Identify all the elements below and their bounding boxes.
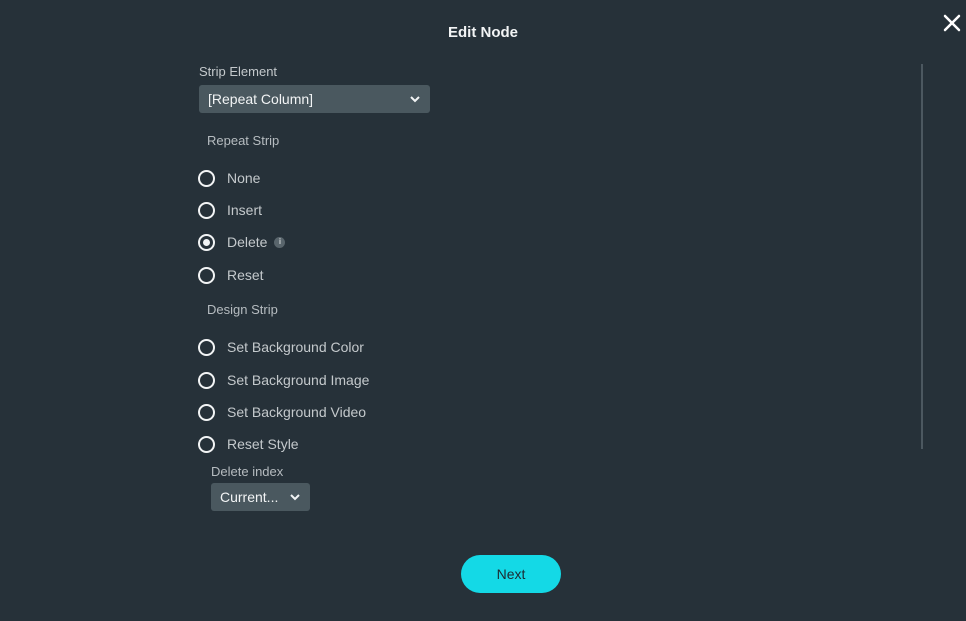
radio-label: Reset Style bbox=[227, 436, 299, 452]
dialog-title: Edit Node bbox=[448, 24, 518, 41]
radio-button[interactable] bbox=[198, 338, 215, 356]
next-button[interactable]: Next bbox=[461, 555, 561, 593]
radio-button[interactable] bbox=[198, 169, 215, 187]
radio-reset-style[interactable]: Reset Style bbox=[198, 434, 299, 454]
radio-set-background-color[interactable]: Set Background Color bbox=[198, 337, 364, 357]
strip-element-label: Strip Element bbox=[199, 64, 278, 79]
chevron-down-icon bbox=[410, 96, 420, 103]
radio-delete[interactable]: Delete i bbox=[198, 232, 286, 252]
info-icon[interactable]: i bbox=[274, 236, 286, 248]
radio-set-background-image[interactable]: Set Background Image bbox=[198, 370, 369, 390]
delete-index-label: Delete index bbox=[211, 464, 284, 479]
strip-element-value: [Repeat Column] bbox=[208, 91, 314, 107]
radio-label: Delete bbox=[227, 234, 268, 250]
radio-label: Set Background Video bbox=[227, 404, 367, 420]
radio-button[interactable] bbox=[198, 371, 215, 389]
radio-insert[interactable]: Insert bbox=[198, 200, 262, 220]
radio-button[interactable] bbox=[198, 266, 215, 284]
delete-index-value: Current... bbox=[220, 489, 279, 505]
scrollbar[interactable] bbox=[921, 64, 923, 449]
design-strip-heading: Design Strip bbox=[207, 302, 278, 317]
repeat-strip-heading: Repeat Strip bbox=[207, 133, 280, 148]
radio-label: Insert bbox=[227, 202, 263, 218]
radio-label: Set Background Color bbox=[227, 339, 364, 355]
radio-label: None bbox=[227, 170, 261, 186]
radio-label: Set Background Image bbox=[227, 372, 370, 388]
radio-none[interactable]: None bbox=[198, 168, 260, 188]
close-icon bbox=[943, 14, 961, 32]
radio-set-background-video[interactable]: Set Background Video bbox=[198, 402, 366, 422]
radio-button[interactable] bbox=[198, 435, 215, 453]
delete-index-select[interactable]: Current... bbox=[211, 483, 310, 511]
radio-button[interactable] bbox=[198, 201, 215, 219]
close-button[interactable] bbox=[941, 12, 963, 34]
radio-label: Reset bbox=[227, 267, 264, 283]
radio-button[interactable] bbox=[198, 403, 215, 421]
radio-button-checked[interactable] bbox=[198, 233, 215, 251]
radio-reset[interactable]: Reset bbox=[198, 265, 264, 285]
chevron-down-icon bbox=[290, 494, 300, 501]
strip-element-select[interactable]: [Repeat Column] bbox=[199, 85, 430, 113]
